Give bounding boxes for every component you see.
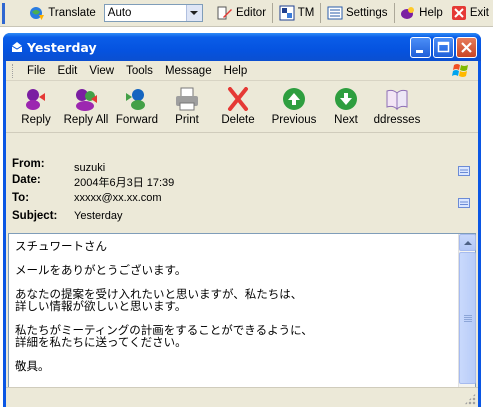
addresses-label: ddresses — [373, 114, 421, 126]
menu-help[interactable]: Help — [218, 65, 254, 77]
printer-icon — [176, 87, 198, 111]
window-title: Yesterday — [27, 39, 97, 55]
subject-value: Yesterday — [74, 210, 123, 222]
forward-icon — [126, 89, 145, 110]
translate-icon — [29, 5, 45, 21]
previous-label: Previous — [271, 114, 317, 126]
vertical-scrollbar[interactable] — [458, 234, 476, 404]
message-paragraph: 私たちがミーティングの計画をすることができるように、 詳細を私たちに送ってくださ… — [15, 323, 313, 349]
subject-label: Subject: — [12, 210, 58, 222]
delete-label: Delete — [221, 114, 255, 126]
date-value: 2004年6月3日 17:39 — [74, 177, 175, 189]
separator — [272, 3, 273, 23]
translate-label: Translate — [48, 7, 96, 19]
close-button[interactable] — [456, 36, 477, 58]
date-label: Date: — [12, 174, 41, 186]
contact-card-icon[interactable] — [458, 166, 470, 176]
resize-grip[interactable] — [464, 393, 476, 405]
previous-button[interactable]: Previous — [264, 81, 324, 133]
editor-label: Editor — [235, 7, 267, 19]
help-icon — [400, 5, 416, 21]
exit-label: Exit — [469, 7, 489, 19]
window-client-area: File Edit View Tools Message Help Reply … — [6, 61, 478, 407]
maximize-button[interactable] — [433, 36, 454, 58]
forward-label: Forward — [115, 114, 159, 126]
reply-all-button[interactable]: Reply All — [60, 81, 112, 133]
message-toolbar: Reply Reply All Forward Print Delete Pre… — [6, 81, 478, 133]
reply-all-icon — [76, 89, 97, 111]
editor-icon — [217, 5, 233, 21]
from-label: From: — [12, 158, 45, 170]
delete-button[interactable]: Delete — [212, 81, 264, 133]
reply-button[interactable]: Reply — [12, 81, 60, 133]
from-value[interactable]: suzuki — [74, 162, 105, 174]
envelope-icon — [11, 41, 23, 53]
tm-label: TM — [297, 7, 315, 19]
message-window: Yesterday File Edit View Tools Message H… — [3, 33, 481, 407]
editor-button[interactable]: Editor — [213, 2, 270, 24]
chevron-down-icon[interactable] — [185, 5, 202, 21]
reply-label: Reply — [21, 114, 51, 126]
delete-icon — [228, 87, 248, 111]
tm-icon — [279, 5, 295, 21]
menu-file[interactable]: File — [21, 65, 52, 77]
exit-button[interactable]: Exit — [447, 2, 493, 24]
settings-button[interactable]: Settings — [323, 2, 392, 24]
settings-label: Settings — [345, 7, 388, 19]
tm-button[interactable]: TM — [275, 2, 319, 24]
status-bar — [6, 387, 478, 407]
settings-icon — [327, 5, 343, 21]
to-value[interactable]: xxxxx@xx.xx.com — [74, 192, 162, 204]
translator-toolbar: Translate Auto Editor TM Settings Help E… — [0, 0, 493, 27]
message-body[interactable]: スチュワートさん メールをありがとうございます。 あなたの提案を受け入れたいと思… — [8, 233, 476, 405]
message-text[interactable]: スチュワートさん メールをありがとうございます。 あなたの提案を受け入れたいと思… — [15, 240, 455, 384]
message-closing: 敬具。 — [15, 359, 50, 373]
menu-grip — [12, 63, 15, 78]
next-button[interactable]: Next — [324, 81, 368, 133]
forward-button[interactable]: Forward — [112, 81, 162, 133]
contact-card-icon[interactable] — [458, 198, 470, 208]
exit-icon — [451, 5, 467, 21]
addresses-button[interactable]: ddresses — [368, 81, 426, 133]
menu-edit[interactable]: Edit — [52, 65, 84, 77]
language-select[interactable]: Auto — [103, 4, 203, 22]
language-select-value: Auto — [107, 7, 132, 19]
title-bar[interactable]: Yesterday — [3, 33, 481, 61]
to-label: To: — [12, 192, 30, 204]
menu-message[interactable]: Message — [159, 65, 218, 77]
translate-button[interactable]: Translate — [25, 2, 100, 24]
minimize-icon — [416, 49, 423, 53]
menu-view[interactable]: View — [83, 65, 120, 77]
maximize-icon — [437, 41, 450, 52]
windows-logo-icon — [452, 62, 470, 80]
menu-tools[interactable]: Tools — [120, 65, 159, 77]
next-label: Next — [334, 114, 358, 126]
message-greeting: スチュワートさん — [15, 239, 107, 253]
separator — [393, 3, 395, 23]
print-button[interactable]: Print — [162, 81, 212, 133]
reply-icon — [26, 89, 45, 110]
arrow-up-icon — [283, 88, 305, 110]
help-label: Help — [419, 7, 443, 19]
message-headers: From: suzuki Date: 2004年6月3日 17:39 To: x… — [6, 154, 478, 232]
scroll-up-button[interactable] — [459, 234, 476, 251]
menu-bar: File Edit View Tools Message Help — [6, 61, 478, 81]
print-label: Print — [175, 114, 199, 126]
minimize-button[interactable] — [410, 36, 431, 58]
help-button[interactable]: Help — [396, 2, 447, 24]
toolbar-grip[interactable] — [2, 2, 6, 24]
reply-all-label: Reply All — [63, 114, 109, 126]
message-paragraph: あなたの提案を受け入れたいと思いますが、私たちは、 詳しい情報が欲しいと思います… — [15, 287, 303, 313]
scroll-thumb[interactable] — [459, 252, 476, 384]
close-icon — [461, 41, 472, 53]
message-paragraph: メールをありがとうございます。 — [15, 263, 187, 277]
address-book-icon — [386, 89, 408, 111]
separator — [320, 3, 321, 23]
arrow-down-icon — [335, 88, 357, 110]
